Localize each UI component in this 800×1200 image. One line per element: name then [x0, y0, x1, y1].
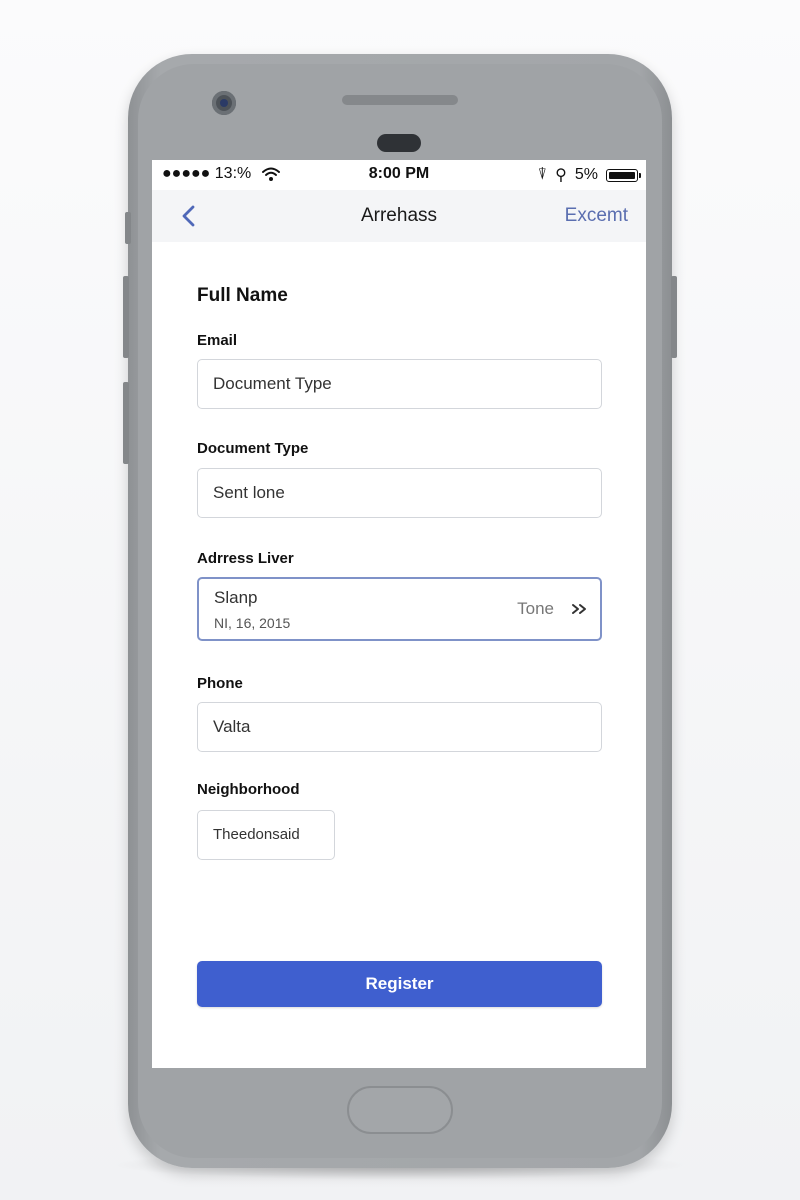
volume-up-button — [123, 276, 129, 358]
phone-screen: ●●●●● 13:% 8:00 PM ⍒ ⚲ 5% Arrehass Excem… — [152, 160, 646, 1068]
home-button[interactable] — [347, 1086, 453, 1134]
phone-field[interactable]: Valta — [197, 702, 602, 752]
earpiece-speaker — [342, 95, 458, 105]
section-title: Full Name — [197, 285, 288, 306]
nav-bar: Arrehass Excemt — [152, 190, 646, 242]
neighborhood-field[interactable]: Theedonsaid — [197, 810, 335, 860]
address-select[interactable]: Slanp NI, 16, 2015 Tone — [197, 577, 602, 641]
nav-action-button[interactable]: Excemt — [565, 205, 628, 227]
front-camera — [212, 91, 236, 115]
address-select-subtext: NI, 16, 2015 — [214, 615, 291, 631]
status-bar: ●●●●● 13:% 8:00 PM ⍒ ⚲ 5% — [152, 160, 646, 190]
alarm-icon: ⚲ — [555, 167, 567, 184]
address-select-value: Slanp — [214, 588, 258, 607]
battery-percent: 5% — [574, 166, 598, 183]
stage: ●●●●● 13:% 8:00 PM ⍒ ⚲ 5% Arrehass Excem… — [0, 0, 800, 1200]
document-type-label: Document Type — [197, 440, 309, 457]
email-field[interactable]: Document Type — [197, 359, 602, 409]
location-icon: ⍒ — [537, 166, 548, 183]
status-right: ⍒ ⚲ 5% — [537, 165, 641, 185]
document-type-field[interactable]: Sent lone — [197, 468, 602, 518]
proximity-sensor — [377, 134, 421, 152]
email-label: Email — [197, 332, 238, 349]
volume-down-button — [123, 382, 129, 464]
double-chevron-right-icon — [572, 604, 586, 614]
neighborhood-label: Neighborhood — [197, 781, 300, 798]
address-select-option: Tone — [517, 599, 554, 618]
mute-switch — [125, 212, 131, 244]
power-button — [671, 276, 677, 358]
address-label: Adrress Liver — [197, 550, 294, 567]
battery-icon — [606, 168, 641, 182]
register-button[interactable]: Register — [197, 961, 602, 1007]
phone-label: Phone — [197, 675, 243, 692]
